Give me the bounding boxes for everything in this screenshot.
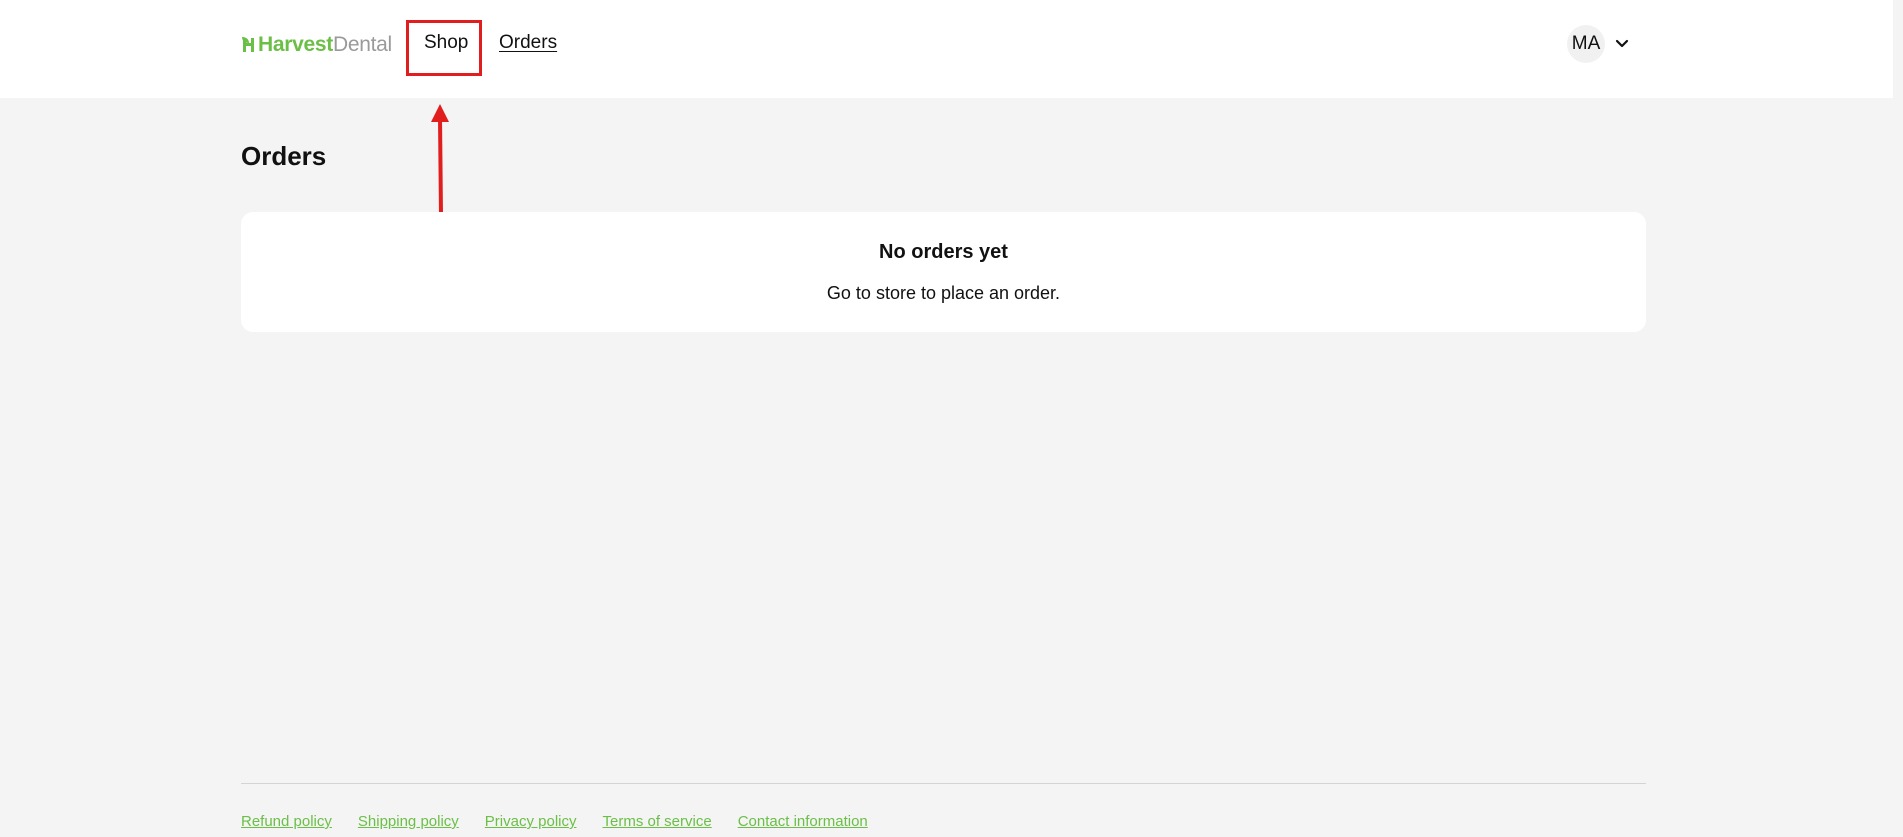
footer-link-privacy-policy[interactable]: Privacy policy (485, 813, 577, 830)
empty-state-message: Go to store to place an order. (826, 283, 1061, 303)
account-menu-button[interactable]: MA (1567, 25, 1629, 63)
avatar-initials: MA (1571, 33, 1601, 54)
leaf-h-logo-icon (242, 37, 254, 52)
logo-text-harvest: Harvest (258, 33, 333, 56)
footer-link-terms-of-service[interactable]: Terms of service (603, 813, 712, 830)
footer-links: Refund policy Shipping policy Privacy po… (241, 813, 868, 830)
empty-state-heading: No orders yet (879, 241, 1008, 263)
page-title: Orders (241, 141, 327, 171)
chevron-down-icon (1615, 39, 1629, 48)
footer-link-refund-policy[interactable]: Refund policy (241, 813, 332, 830)
footer-link-contact-information[interactable]: Contact information (738, 813, 868, 830)
site-header: Harvest Dental Shop Orders MA (0, 0, 1893, 98)
nav-shop-link[interactable]: Shop (424, 32, 468, 54)
avatar: MA (1567, 25, 1605, 63)
footer-link-shipping-policy[interactable]: Shipping policy (358, 813, 459, 830)
footer-divider (241, 783, 1646, 784)
harvest-dental-logo[interactable]: Harvest Dental (241, 31, 392, 59)
logo-text-dental: Dental (332, 33, 392, 56)
nav-orders-link[interactable]: Orders (499, 32, 557, 54)
empty-orders-card: No orders yet Go to store to place an or… (241, 212, 1646, 332)
